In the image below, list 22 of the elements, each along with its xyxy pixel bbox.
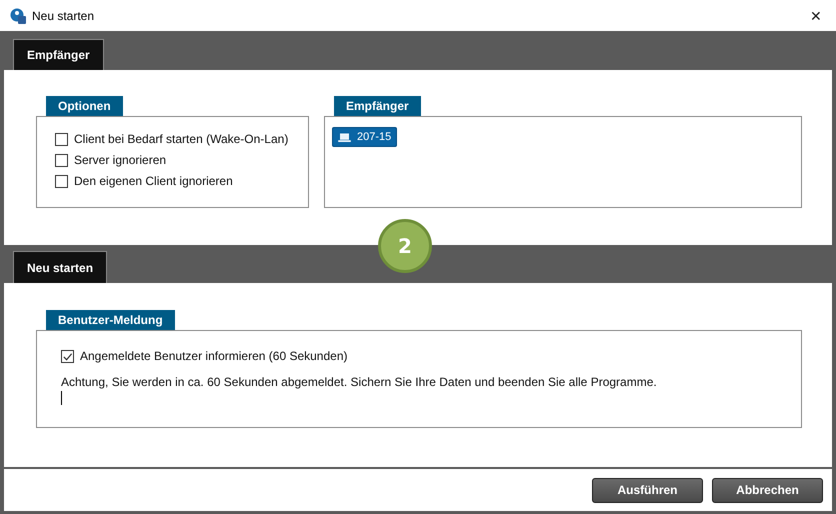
window-title: Neu starten	[32, 8, 96, 22]
checkbox[interactable]	[61, 350, 74, 362]
group-legend: Empfänger	[334, 96, 421, 116]
checkbox-label[interactable]: Den eigenen Client ignorieren	[74, 174, 233, 188]
laptop-icon	[338, 132, 351, 142]
recipient-chip[interactable]: 207-15	[332, 127, 398, 147]
checkbox[interactable]	[55, 174, 68, 188]
close-button[interactable]: ✕	[806, 8, 826, 24]
checkbox-label[interactable]: Client bei Bedarf starten (Wake-On-Lan)	[74, 132, 288, 146]
section-tab[interactable]: Empfänger	[13, 39, 104, 70]
checkbox[interactable]	[55, 154, 68, 166]
checkbox-label[interactable]: Angemeldete Benutzer informieren (60 Sekunden)	[80, 349, 348, 363]
group-legend: Benutzer-Meldung	[46, 310, 175, 330]
section-tab[interactable]: Neu starten	[13, 251, 108, 283]
checkbox[interactable]	[55, 132, 68, 146]
dialog-button[interactable]: Ausführen	[592, 478, 703, 502]
dialog-button[interactable]: Abbrechen	[712, 478, 823, 502]
message-field[interactable]: Achtung, Sie werden in ca. 60 Sekunden abgemeldet. Sichern Sie Ihre Daten und beenden Sie alle Programme.	[61, 375, 777, 405]
recipient-name: 207-15	[357, 131, 392, 143]
checkbox-label[interactable]: Server ignorieren	[74, 153, 166, 167]
app-icon	[10, 8, 26, 24]
group-legend: Optionen	[46, 96, 123, 116]
